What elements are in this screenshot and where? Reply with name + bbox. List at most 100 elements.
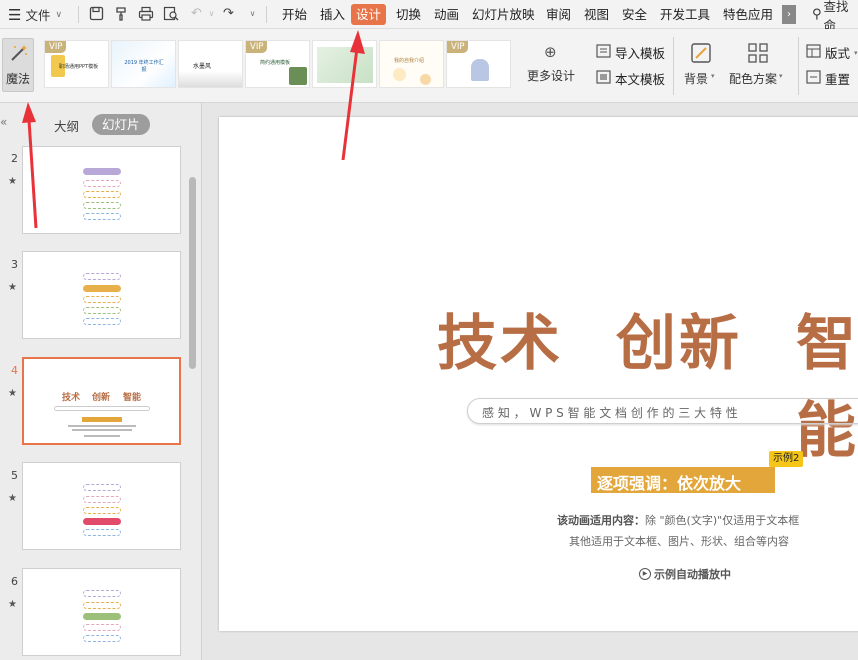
magic-wand-icon <box>9 43 29 67</box>
tab-developer[interactable]: 开发工具 <box>656 4 714 25</box>
print-icon[interactable] <box>137 6 154 22</box>
vip-badge: VIP <box>447 41 469 53</box>
panel-scrollbar[interactable] <box>189 177 196 369</box>
print-preview-icon[interactable] <box>162 6 179 22</box>
slide-thumbnail[interactable] <box>22 146 181 234</box>
redo-icon[interactable]: ↷ <box>220 6 237 22</box>
magic-button[interactable]: 魔法 <box>2 38 34 92</box>
animation-star-icon: ★ <box>8 176 17 187</box>
background-button[interactable]: 背景 ▾ <box>680 39 724 95</box>
subtitle-box: 感 知 ， W P S 智 能 文 档 创 作 的 三 大 特 性 <box>467 398 858 424</box>
chevron-down-icon[interactable]: ∨ <box>244 6 261 22</box>
tab-slides[interactable]: 幻灯片 <box>92 114 150 135</box>
tab-design[interactable]: 设计 <box>351 4 387 25</box>
vip-badge: VIP <box>45 41 67 53</box>
slide-word-2: 创新 <box>616 309 742 379</box>
save-icon[interactable] <box>88 6 105 22</box>
design-ribbon: 魔法 VIP 职场通用PPT模板 2019 年终工作汇报 水墨风 VIP 简约通… <box>0 29 858 103</box>
tab-insert[interactable]: 插入 <box>316 4 349 25</box>
slide-thumbnail[interactable] <box>22 462 181 550</box>
reset-icon <box>806 70 821 87</box>
subtitle-text: 感 知 ， W P S 智 能 文 档 创 作 的 三 大 特 性 <box>482 406 738 420</box>
slide-number: 2 <box>11 152 18 165</box>
template-gallery: VIP 职场通用PPT模板 2019 年终工作汇报 水墨风 VIP 简约通用模板… <box>44 29 588 103</box>
tab-home[interactable]: 开始 <box>278 4 311 25</box>
template-caption: 我的自我介绍 <box>394 58 425 64</box>
template-caption: 2019 年终工作汇报 <box>124 60 164 73</box>
color-scheme-button[interactable]: 配色方案 ▾ <box>728 39 792 95</box>
slide-thumbnail[interactable] <box>22 568 181 656</box>
file-menu-label: 文件 <box>25 8 51 23</box>
thumb-title-3: 智能 <box>123 393 142 403</box>
description-line-2: 其他适用于文本框、图片、形状、组合等内容 <box>569 535 789 548</box>
slide-number: 5 <box>11 469 18 482</box>
chevron-down-icon[interactable]: ∨ <box>203 6 220 22</box>
this-template-button[interactable]: 本文模板 <box>596 69 665 88</box>
tab-view[interactable]: 视图 <box>580 4 613 25</box>
this-template-label: 本文模板 <box>615 72 666 87</box>
tab-animations[interactable]: 动画 <box>430 4 463 25</box>
template-thumb[interactable]: 水墨风 <box>178 40 243 88</box>
search-box[interactable]: ⚲ 查找命 <box>812 0 858 33</box>
slide-number: 4 <box>11 364 18 377</box>
file-menu[interactable]: ☰ 文件 ∨ <box>8 0 62 29</box>
slide-number: 3 <box>11 258 18 271</box>
animation-star-icon: ★ <box>8 493 17 504</box>
format-painter-icon[interactable] <box>113 6 130 22</box>
more-design-button[interactable]: ⊕ 更多设计 <box>520 39 586 89</box>
description-text: 除 "颜色(文字)"仅适用于文本框 <box>645 514 800 527</box>
more-tabs-button[interactable]: › <box>782 5 796 24</box>
autoplay-label: 示例自动播放中 <box>654 568 731 581</box>
tab-review[interactable]: 审阅 <box>542 4 575 25</box>
import-template-button[interactable]: 导入模板 <box>596 43 665 62</box>
tab-transitions[interactable]: 切换 <box>392 4 425 25</box>
background-icon <box>690 42 712 68</box>
layout-label: 版式 <box>825 46 851 61</box>
slide-panel: « 大纲 幻灯片 2 ★ 3 ★ 4 ★ 技术 创新 智能 5 ★ 6 ★ <box>0 103 202 660</box>
vip-badge: VIP <box>246 41 268 53</box>
tab-slideshow[interactable]: 幻灯片放映 <box>468 4 539 25</box>
tab-security[interactable]: 安全 <box>618 4 651 25</box>
tab-features[interactable]: 特色应用 <box>719 4 777 25</box>
template-thumb[interactable]: 2019 年终工作汇报 <box>111 40 176 88</box>
slide-canvas[interactable]: 技术 创新 智能 感 知 ， W P S 智 能 文 档 创 作 的 三 大 特… <box>219 117 858 631</box>
import-template-label: 导入模板 <box>615 46 666 61</box>
chevron-down-icon: ∨ <box>55 9 63 20</box>
magic-label: 魔法 <box>6 72 31 86</box>
slide-thumbnail-selected[interactable]: 技术 创新 智能 <box>22 357 181 445</box>
more-design-label: 更多设计 <box>527 69 576 83</box>
template-thumb[interactable]: VIP 职场通用PPT模板 <box>44 40 109 88</box>
thumb-title-1: 技术 <box>62 393 81 403</box>
reset-button[interactable]: 重置 <box>806 69 850 88</box>
color-scheme-label: 配色方案 <box>729 72 778 86</box>
slide-word-3: 智能 <box>796 309 858 466</box>
template-caption: 水墨风 <box>193 63 212 70</box>
tab-outline[interactable]: 大纲 <box>54 116 79 135</box>
example-badge: 示例2 <box>769 451 804 467</box>
description-label: 该动画适用内容： <box>557 514 645 527</box>
template-thumb[interactable]: VIP <box>446 40 511 88</box>
hamburger-icon: ☰ <box>8 5 22 24</box>
animation-star-icon: ★ <box>8 282 17 293</box>
play-circle-icon: ▶ <box>639 568 651 580</box>
template-thumb[interactable]: VIP 简约通用模板 <box>245 40 310 88</box>
reset-label: 重置 <box>825 72 851 87</box>
template-thumb[interactable]: VIP 我的自我介绍 <box>379 40 444 88</box>
thumb-title-2: 创新 <box>92 393 111 403</box>
chevron-down-icon: ▾ <box>854 48 858 57</box>
animation-star-icon: ★ <box>8 599 17 610</box>
description-line-1: 该动画适用内容：除 "颜色(文字)"仅适用于文本框 <box>557 512 799 528</box>
more-design-icon: ⊕ <box>544 43 557 61</box>
slide-word-1: 技术 <box>437 309 563 379</box>
template-thumb[interactable] <box>312 40 377 88</box>
background-label: 背景 <box>684 72 709 86</box>
slide-thumbnail[interactable] <box>22 251 181 339</box>
autoplay-indicator: ▶ 示例自动播放中 <box>639 566 731 582</box>
highlight-label: 逐项强调：依次放大 <box>597 474 742 493</box>
collapse-panel-icon[interactable]: « <box>0 115 7 129</box>
import-template-icon <box>596 44 611 61</box>
this-template-icon <box>596 70 611 87</box>
layout-button[interactable]: 版式 ▾ <box>806 43 858 62</box>
chevron-down-icon: ▾ <box>779 72 783 80</box>
color-scheme-icon <box>747 42 769 68</box>
